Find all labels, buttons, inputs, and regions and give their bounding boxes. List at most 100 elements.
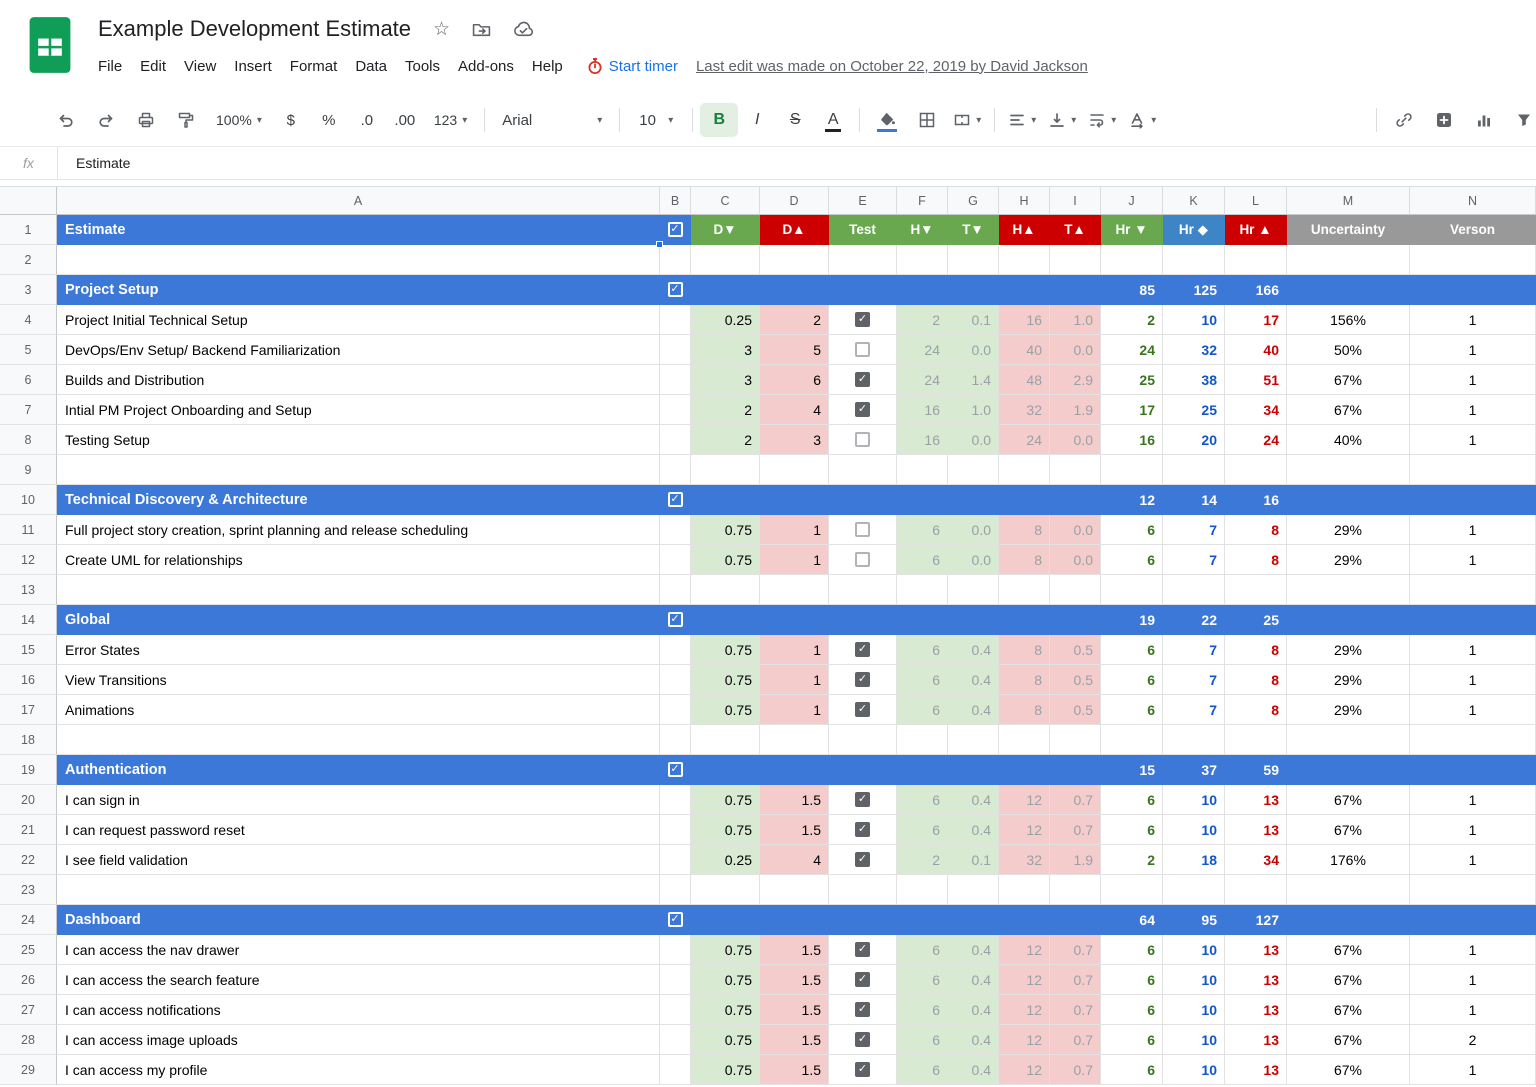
cell-D10[interactable] (760, 485, 829, 515)
cell-D1[interactable]: D▲ (760, 215, 829, 245)
vertical-align-button[interactable]: ▾ (1042, 103, 1082, 137)
cell-L2[interactable] (1225, 245, 1287, 275)
cell-M9[interactable] (1287, 455, 1410, 485)
cell-B14[interactable]: ✓ (660, 605, 691, 635)
cell-H19[interactable] (999, 755, 1050, 785)
cell-A13[interactable] (57, 575, 660, 605)
cell-N3[interactable] (1410, 275, 1536, 305)
cell-E22[interactable]: ✓ (829, 845, 897, 875)
star-icon[interactable]: ☆ (433, 18, 450, 41)
cell-A4[interactable]: Project Initial Technical Setup (57, 305, 660, 335)
cell-B11[interactable] (660, 515, 691, 545)
cell-C17[interactable]: 0.75 (691, 695, 760, 725)
cell-G2[interactable] (948, 245, 999, 275)
text-rotation-button[interactable]: ▾ (1122, 103, 1162, 137)
cell-E24[interactable] (829, 905, 897, 935)
row-header-24[interactable]: 24 (0, 905, 57, 935)
cell-A15[interactable]: Error States (57, 635, 660, 665)
cell-I20[interactable]: 0.7 (1050, 785, 1101, 815)
decrease-decimal-button[interactable]: .0 (348, 103, 386, 137)
cell-B18[interactable] (660, 725, 691, 755)
cell-I25[interactable]: 0.7 (1050, 935, 1101, 965)
cell-E5[interactable] (829, 335, 897, 365)
cell-G1[interactable]: T▼ (948, 215, 999, 245)
cell-E15[interactable]: ✓ (829, 635, 897, 665)
cell-H14[interactable] (999, 605, 1050, 635)
cell-E16[interactable]: ✓ (829, 665, 897, 695)
cell-N13[interactable] (1410, 575, 1536, 605)
cell-K26[interactable]: 10 (1163, 965, 1225, 995)
redo-button[interactable] (86, 103, 126, 137)
cell-L6[interactable]: 51 (1225, 365, 1287, 395)
cell-E11[interactable] (829, 515, 897, 545)
cell-D18[interactable] (760, 725, 829, 755)
row-header-19[interactable]: 19 (0, 755, 57, 785)
cell-B6[interactable] (660, 365, 691, 395)
horizontal-align-button[interactable]: ▾ (1002, 103, 1042, 137)
cell-F20[interactable]: 6 (897, 785, 948, 815)
cell-M16[interactable]: 29% (1287, 665, 1410, 695)
cell-I5[interactable]: 0.0 (1050, 335, 1101, 365)
cell-C11[interactable]: 0.75 (691, 515, 760, 545)
cell-K16[interactable]: 7 (1163, 665, 1225, 695)
cell-D24[interactable] (760, 905, 829, 935)
cell-E23[interactable] (829, 875, 897, 905)
cell-N26[interactable]: 1 (1410, 965, 1536, 995)
cell-K19[interactable]: 37 (1163, 755, 1225, 785)
menu-insert[interactable]: Insert (225, 55, 281, 78)
cell-J11[interactable]: 6 (1101, 515, 1163, 545)
cell-G24[interactable] (948, 905, 999, 935)
insert-comment-button[interactable] (1424, 103, 1464, 137)
increase-decimal-button[interactable]: .00 (386, 103, 424, 137)
cell-L12[interactable]: 8 (1225, 545, 1287, 575)
cell-K20[interactable]: 10 (1163, 785, 1225, 815)
cell-D9[interactable] (760, 455, 829, 485)
merge-cells-button[interactable]: ▾ (947, 103, 987, 137)
cell-B12[interactable] (660, 545, 691, 575)
cell-I27[interactable]: 0.7 (1050, 995, 1101, 1025)
cell-B22[interactable] (660, 845, 691, 875)
borders-button[interactable] (907, 103, 947, 137)
row-header-13[interactable]: 13 (0, 575, 57, 605)
cell-N24[interactable] (1410, 905, 1536, 935)
cell-A21[interactable]: I can request password reset (57, 815, 660, 845)
cell-E29[interactable]: ✓ (829, 1055, 897, 1085)
cell-F21[interactable]: 6 (897, 815, 948, 845)
cell-J26[interactable]: 6 (1101, 965, 1163, 995)
cell-C4[interactable]: 0.25 (691, 305, 760, 335)
column-header-M[interactable]: M (1287, 187, 1410, 215)
cell-C21[interactable]: 0.75 (691, 815, 760, 845)
cell-H12[interactable]: 8 (999, 545, 1050, 575)
cell-N19[interactable] (1410, 755, 1536, 785)
cell-E18[interactable] (829, 725, 897, 755)
cell-F6[interactable]: 24 (897, 365, 948, 395)
column-header-F[interactable]: F (897, 187, 948, 215)
cell-D7[interactable]: 4 (760, 395, 829, 425)
cell-H28[interactable]: 12 (999, 1025, 1050, 1055)
cell-H16[interactable]: 8 (999, 665, 1050, 695)
cell-N12[interactable]: 1 (1410, 545, 1536, 575)
cell-I7[interactable]: 1.9 (1050, 395, 1101, 425)
cell-B5[interactable] (660, 335, 691, 365)
cell-N7[interactable]: 1 (1410, 395, 1536, 425)
row-header-22[interactable]: 22 (0, 845, 57, 875)
cell-J23[interactable] (1101, 875, 1163, 905)
cell-F27[interactable]: 6 (897, 995, 948, 1025)
cell-L24[interactable]: 127 (1225, 905, 1287, 935)
cell-K1[interactable]: Hr ◆ (1163, 215, 1225, 245)
cell-G7[interactable]: 1.0 (948, 395, 999, 425)
format-percent-button[interactable]: % (310, 103, 348, 137)
cell-B24[interactable]: ✓ (660, 905, 691, 935)
cell-E7[interactable]: ✓ (829, 395, 897, 425)
column-header-C[interactable]: C (691, 187, 760, 215)
cell-D16[interactable]: 1 (760, 665, 829, 695)
row-header-17[interactable]: 17 (0, 695, 57, 725)
cell-B29[interactable] (660, 1055, 691, 1085)
row-header-29[interactable]: 29 (0, 1055, 57, 1085)
cell-N14[interactable] (1410, 605, 1536, 635)
column-header-E[interactable]: E (829, 187, 897, 215)
more-formats-button[interactable]: 123 ▾ (424, 103, 477, 137)
cell-N25[interactable]: 1 (1410, 935, 1536, 965)
cell-H3[interactable] (999, 275, 1050, 305)
cell-H13[interactable] (999, 575, 1050, 605)
